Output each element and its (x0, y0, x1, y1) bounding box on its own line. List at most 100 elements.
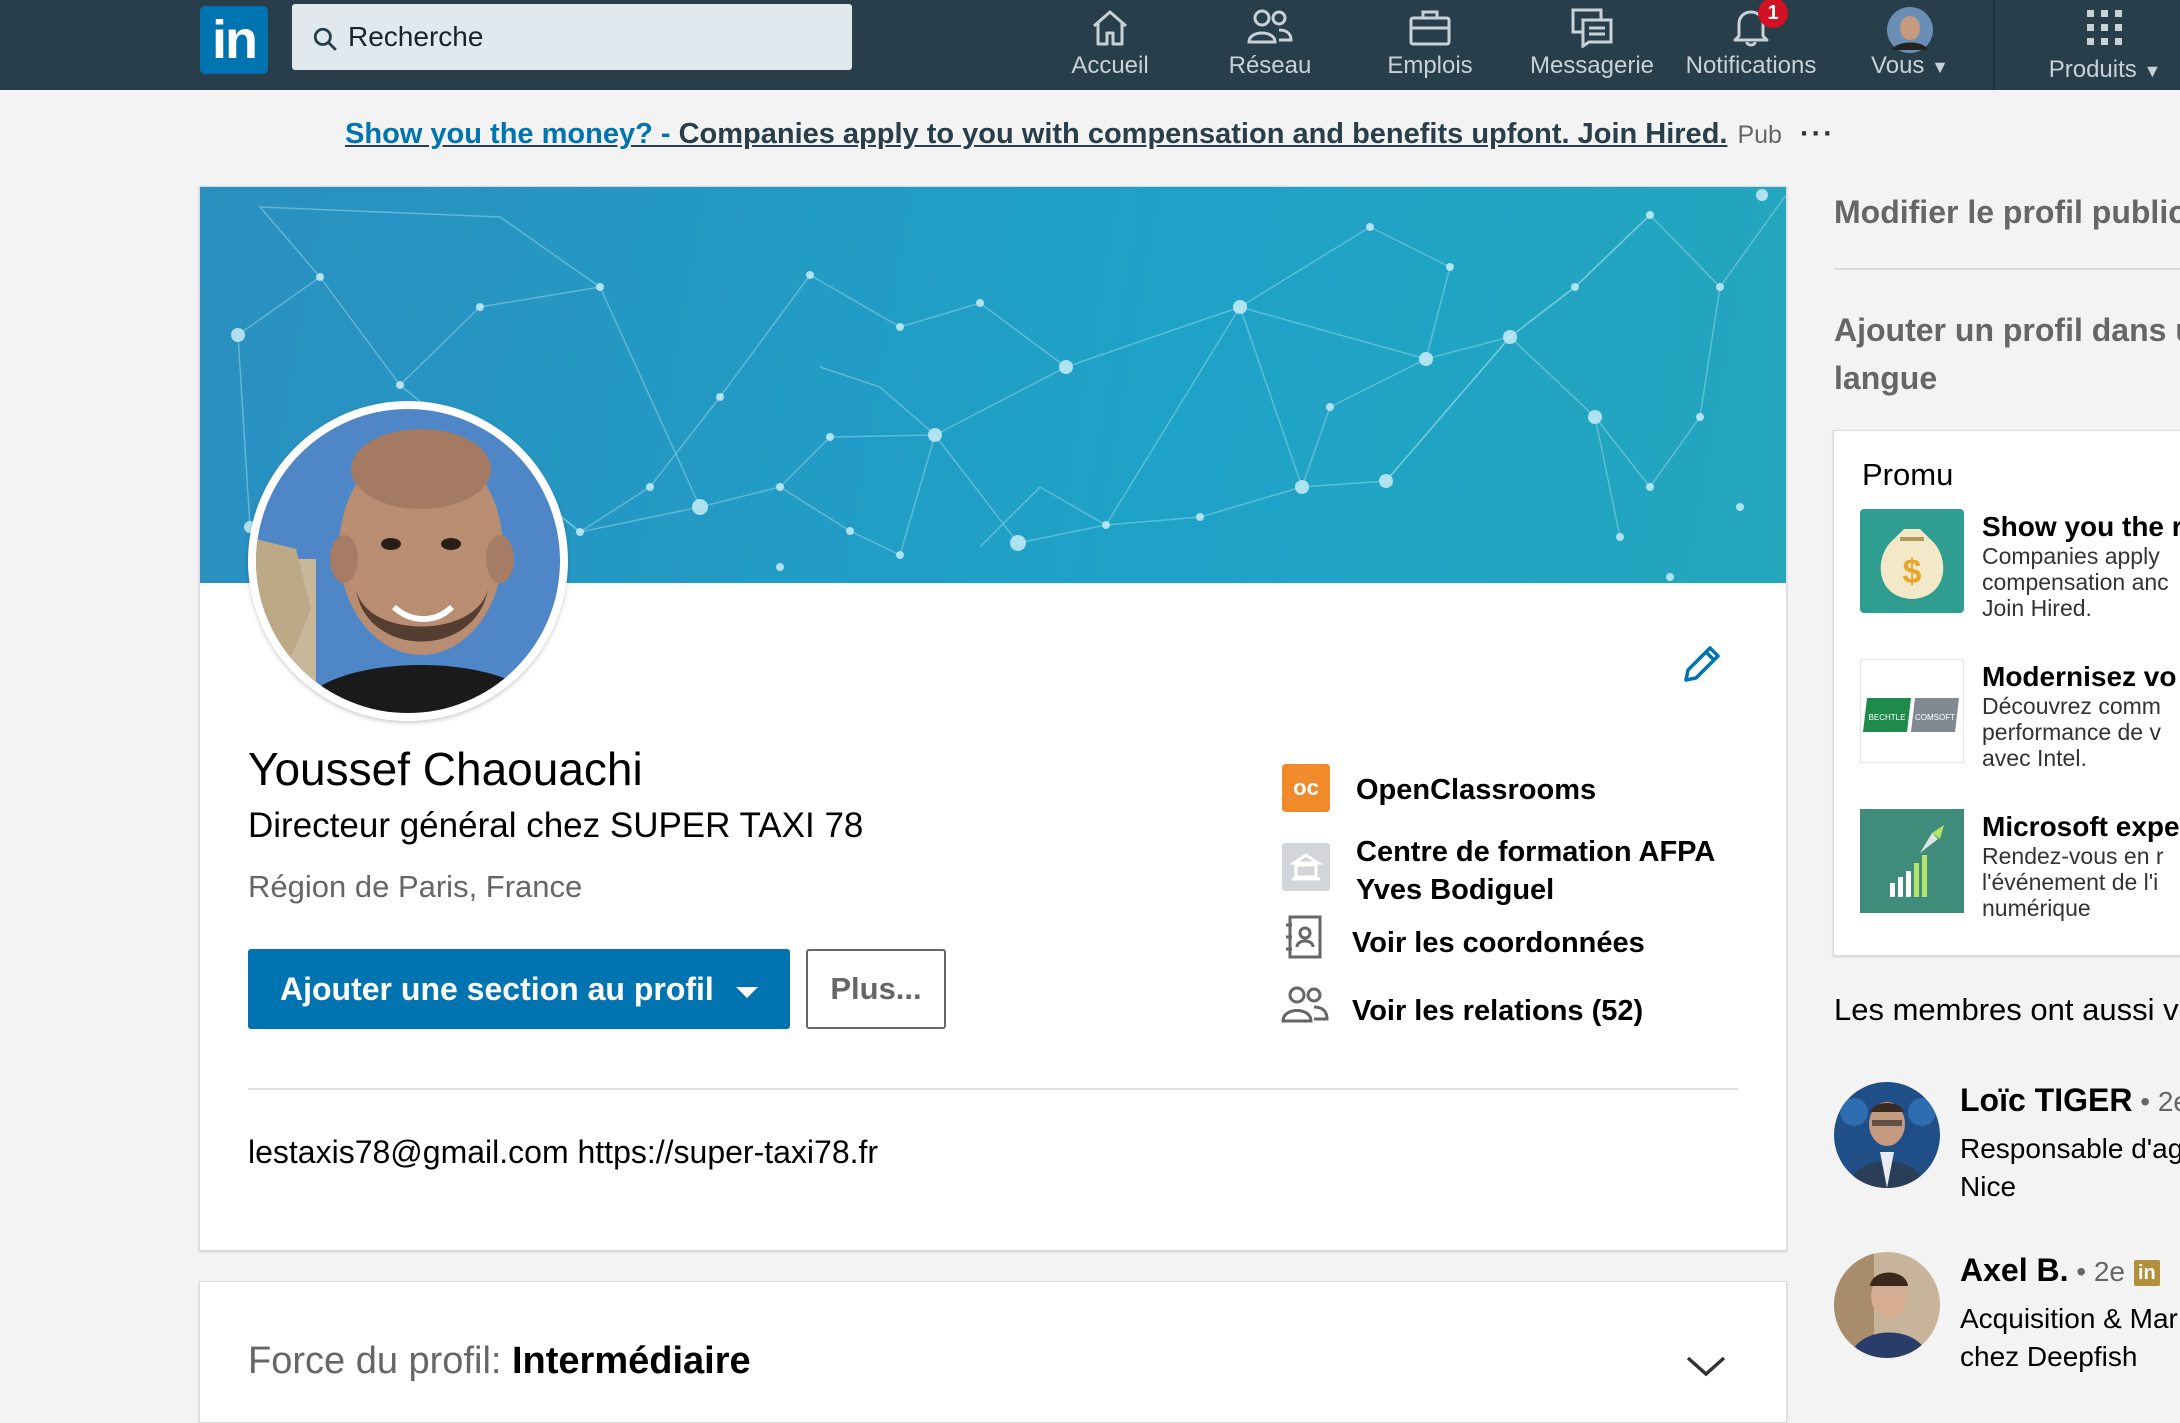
home-icon (1093, 10, 1127, 46)
ad-link[interactable]: Show you the money? - Companies apply to… (345, 118, 1727, 150)
search-icon (313, 27, 337, 51)
grid-icon (2087, 10, 2122, 45)
profile-name: Youssef Chaouachi (248, 743, 643, 795)
briefcase-icon (1409, 10, 1451, 46)
promo-1[interactable]: Show you the r Companies apply compensat… (1982, 511, 2180, 621)
person-degree: • 2e (2068, 1256, 2125, 1287)
promo-1-line-2: compensation anc (1982, 569, 2169, 595)
person-card[interactable]: Loïc TIGER • 2e Responsable d'ag Nice (1834, 1082, 2180, 1202)
nav-jobs-label: Emplois (1387, 52, 1473, 79)
profile-strength-card: Force du profil: Intermédiaire (199, 1281, 1787, 1423)
connections-link[interactable]: Voir les relations (52) (1352, 995, 1643, 1028)
nav-divider (1993, 0, 1995, 90)
profile-portrait (256, 409, 560, 713)
ad-more-icon[interactable]: ··· (1800, 118, 1835, 150)
nav-products-label: Produits ▼ (2048, 56, 2162, 83)
divider (248, 1088, 1738, 1090)
nav-me-label: Vous ▼ (1871, 52, 1949, 79)
promo-2[interactable]: Modernisez vo Découvrez comm performance… (1982, 661, 2176, 771)
company-logo-openclassrooms: oc (1282, 764, 1330, 812)
promo-3-line-2: l'événement de l'i (1982, 869, 2159, 895)
nav-products[interactable]: Produits ▼ (2030, 0, 2180, 90)
svg-text:$: $ (1903, 553, 1922, 591)
ad-banner: Show you the money? - Companies apply to… (0, 118, 2180, 151)
linkedin-premium-icon: in (2133, 1260, 2160, 1286)
nav-network-label: Réseau (1228, 52, 1312, 79)
promo-3-title: Microsoft expe (1982, 811, 2180, 842)
contact-info-link[interactable]: Voir les coordonnées (1352, 927, 1645, 960)
promo-3[interactable]: Microsoft expe Rendez-vous en r l'événem… (1982, 811, 2180, 921)
person-headline: Acquisition & Mar chez Deepfish (1960, 1303, 2178, 1372)
profile-card: Youssef Chaouachi Directeur général chez… (199, 186, 1787, 1251)
ad-link-text: Companies apply to you with compensation… (678, 118, 1728, 150)
promo-2-line-3: avec Intel. (1982, 745, 2087, 771)
promoted-card: Promu $ Show you the r Companies apply c… (1833, 430, 2180, 956)
profile-strength-value: Intermédiaire (512, 1340, 751, 1382)
ad-link-highlight: Show you the money? - (345, 118, 679, 150)
nav-jobs[interactable]: Emplois (1370, 0, 1490, 90)
also-viewed-title: Les membres ont aussi v (1834, 992, 2179, 1027)
more-button[interactable]: Plus... (806, 949, 946, 1029)
messaging-icon (1571, 8, 1613, 48)
person-headline: Responsable d'ag Nice (1960, 1133, 2180, 1202)
promo-microsoft-logo[interactable] (1860, 809, 1964, 913)
promo-2-line-2: performance de v (1982, 719, 2161, 745)
edit-pencil-icon[interactable] (1680, 642, 1724, 686)
user-avatar-small (1887, 7, 1933, 53)
school-line-1: Centre de formation AFPA (1356, 836, 1716, 868)
promo-2-line-1: Découvrez comm (1982, 693, 2161, 719)
caret-down-icon: ▼ (1931, 57, 1949, 77)
svg-text:BECHTLE: BECHTLE (1869, 713, 1906, 722)
caret-down-icon (736, 987, 758, 998)
promo-2-title: Modernisez vo (1982, 661, 2177, 692)
profile-location: Région de Paris, France (248, 869, 583, 904)
promo-hired-logo[interactable]: $ (1860, 509, 1964, 613)
contact-line: lestaxis78@gmail.com https://super-taxi7… (248, 1134, 879, 1170)
contact-card-icon (1286, 915, 1322, 959)
nav-messaging-label: Messagerie (1529, 52, 1655, 79)
profile-photo-image (256, 409, 560, 713)
search-box[interactable] (292, 4, 852, 70)
person-avatar (1834, 1252, 1940, 1358)
nav-me[interactable]: Vous ▼ (1850, 0, 1970, 90)
person-name: Loïc TIGER • 2e (1960, 1082, 2180, 1119)
school-icon (1282, 843, 1330, 891)
school-link[interactable]: Centre de formation AFPA Yves Bodiguel (1356, 833, 1715, 909)
network-icon (1247, 9, 1293, 44)
promo-3-line-3: numérique (1982, 895, 2091, 921)
ad-pub-label: Pub (1737, 121, 1782, 149)
nav-home[interactable]: Accueil (1050, 0, 1170, 90)
add-language-line-2: langue (1834, 360, 1938, 396)
promo-1-line-3: Join Hired. (1982, 595, 2092, 621)
profile-strength-label: Force du profil: (248, 1340, 512, 1382)
school-line-2: Yves Bodiguel (1356, 874, 1555, 906)
nav-messaging[interactable]: Messagerie (1522, 0, 1662, 90)
chevron-down-icon[interactable] (1684, 1354, 1728, 1380)
profile-photo[interactable] (248, 401, 568, 721)
notification-badge: 1 (1758, 0, 1788, 28)
nav-network[interactable]: Réseau (1210, 0, 1330, 90)
top-navbar: in Accueil Réseau Emplois Messagerie 1 N… (0, 0, 2180, 90)
promo-bechtle-logo[interactable]: BECHTLE COMSOFT (1860, 659, 1964, 763)
svg-text:COMSOFT: COMSOFT (1915, 713, 1955, 722)
promo-1-line-1: Companies apply (1982, 543, 2160, 569)
add-language-profile-link[interactable]: Ajouter un profil dans u langue (1834, 306, 2180, 402)
promo-3-line-1: Rendez-vous en r (1982, 843, 2164, 869)
profile-headline: Directeur général chez SUPER TAXI 78 (248, 806, 864, 845)
caret-down-icon: ▼ (2143, 61, 2162, 81)
company-link[interactable]: OpenClassrooms (1356, 774, 1596, 807)
rail-divider (1834, 268, 2180, 270)
nav-notifications[interactable]: 1 Notifications (1678, 0, 1824, 90)
person-card[interactable]: Axel B. • 2e in Acquisition & Mar chez D… (1834, 1252, 2180, 1372)
nav-home-label: Accueil (1071, 52, 1149, 79)
person-name: Axel B. • 2e in (1960, 1252, 2160, 1289)
person-avatar (1834, 1082, 1940, 1188)
linkedin-logo[interactable]: in (200, 6, 268, 74)
search-input[interactable] (348, 4, 828, 70)
person-degree: • 2e (2140, 1086, 2180, 1117)
promo-1-title: Show you the r (1982, 511, 2180, 542)
add-profile-section-button[interactable]: Ajouter une section au profil (248, 949, 790, 1029)
edit-public-profile-link[interactable]: Modifier le profil public (1834, 194, 2180, 231)
add-profile-section-label: Ajouter une section au profil (280, 971, 714, 1007)
profile-strength: Force du profil: Intermédiaire (248, 1340, 751, 1383)
